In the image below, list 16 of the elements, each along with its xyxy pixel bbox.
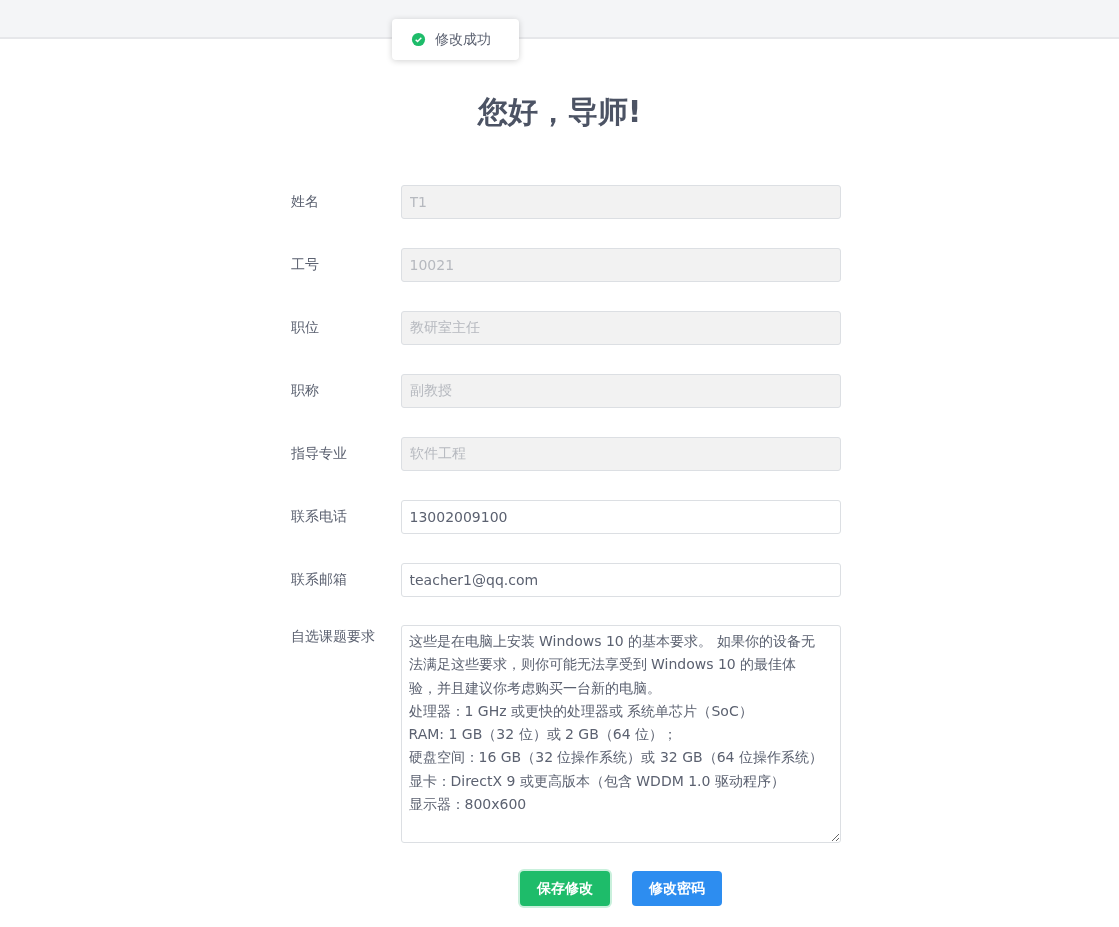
- text-area[interactable]: 这些是在电脑上安装 Windows 10 的基本要求。 如果你的设备无法满足这些要求，则你可能无法享受到 Windows 10 的最佳体验，并且建议你考虑购买一台新的电脑。 处理器：1 GHz 或更快的处理器或 系统单芯片（SoC） RAM: 1 GB（32 位）或 2 GB（64 位）； 硬盘空间：16 GB（32 位操作系统）或 32 GB（64 位操作系统） 显卡：DirectX 9 或更高版本（包含 WDDM 1.0 驱动程序） 显示器：800x600: [400, 625, 841, 843]
- page-title: 您好，导师!: [476, 93, 643, 131]
- field-label: 自选课题要求: [290, 627, 376, 646]
- success-check-icon: [411, 32, 426, 47]
- field-label: 姓名: [290, 192, 320, 211]
- field-label: 联系电话: [290, 507, 348, 526]
- input-field[interactable]: teacher1@qq.com: [400, 563, 841, 597]
- field-label: 职称: [290, 381, 320, 400]
- field-label: 工号: [290, 255, 320, 274]
- field-label: 职位: [290, 318, 320, 337]
- toast-text: 修改成功: [435, 30, 491, 49]
- save-button[interactable]: 保存修改: [519, 871, 610, 906]
- action-button[interactable]: 修改密码: [631, 871, 722, 906]
- field-label: 联系邮箱: [290, 570, 348, 589]
- field-label: 指导专业: [290, 444, 348, 463]
- input-field[interactable]: 13002009100: [400, 500, 841, 534]
